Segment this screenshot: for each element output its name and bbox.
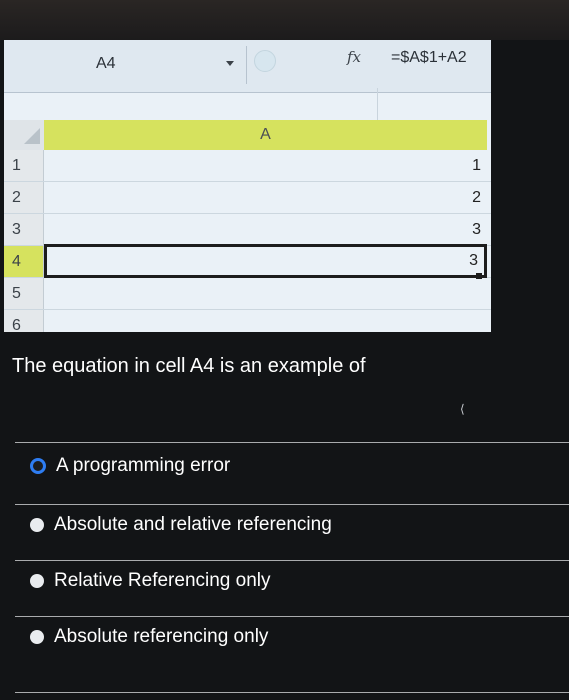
row-header[interactable]: 4: [4, 246, 44, 277]
divider: [15, 692, 569, 693]
cell-a4-value: 3: [469, 252, 478, 269]
radio-icon[interactable]: [30, 630, 44, 644]
cell-a3[interactable]: 3: [44, 214, 487, 245]
row-header[interactable]: 5: [4, 278, 44, 309]
column-header-a[interactable]: A: [44, 120, 487, 150]
radio-icon[interactable]: [30, 574, 44, 588]
option-absolute-only[interactable]: Absolute referencing only: [30, 626, 268, 648]
option-programming-error[interactable]: A programming error: [30, 455, 230, 477]
table-row: 4 3: [4, 244, 491, 279]
cell-a1[interactable]: 1: [44, 150, 487, 181]
table-row: 3 3: [4, 214, 491, 246]
row-header[interactable]: 2: [4, 182, 44, 213]
option-label: Absolute referencing only: [54, 626, 269, 647]
formula-bar-divider: [377, 88, 378, 120]
row-header[interactable]: 1: [4, 150, 44, 181]
row-header[interactable]: 3: [4, 214, 44, 245]
option-label: Relative Referencing only: [54, 570, 271, 591]
fx-icon[interactable]: fx: [347, 48, 361, 66]
table-row: 6: [4, 310, 491, 332]
formula-input[interactable]: =$A$1+A2: [391, 49, 467, 67]
formula-bar: A4 fx =$A$1+A2: [4, 40, 491, 93]
option-label: Absolute and relative referencing: [54, 514, 332, 535]
cell-a2[interactable]: 2: [44, 182, 487, 213]
row-header[interactable]: 6: [4, 310, 44, 332]
cell-a6[interactable]: [44, 310, 487, 332]
spreadsheet: A4 fx =$A$1+A2 A 1 1 2 2 3 3 4 3 5 6: [4, 40, 491, 332]
divider: [15, 442, 569, 443]
question-text: The equation in cell A4 is an example of: [12, 355, 366, 377]
cancel-icon[interactable]: [254, 50, 276, 72]
radio-selected-icon[interactable]: [30, 458, 46, 474]
cell-a4-active[interactable]: 3: [44, 244, 487, 279]
cursor-icon: ⟨: [460, 402, 465, 416]
screen-bezel: [0, 0, 569, 40]
table-row: 2 2: [4, 182, 491, 214]
column-header-row: A: [4, 120, 491, 150]
table-row: 5: [4, 278, 491, 310]
divider: [15, 560, 569, 561]
cell-a5[interactable]: [44, 278, 487, 309]
divider: [15, 616, 569, 617]
name-box[interactable]: A4: [10, 46, 247, 84]
chevron-down-icon[interactable]: [226, 61, 234, 66]
table-row: 1 1: [4, 150, 491, 182]
option-label: A programming error: [56, 455, 231, 476]
select-all-icon: [24, 128, 40, 144]
name-box-value: A4: [96, 55, 116, 72]
radio-icon[interactable]: [30, 518, 44, 532]
option-relative-only[interactable]: Relative Referencing only: [30, 570, 271, 592]
option-absolute-relative[interactable]: Absolute and relative referencing: [30, 514, 332, 536]
select-all-corner[interactable]: [4, 120, 44, 150]
divider: [15, 504, 569, 505]
